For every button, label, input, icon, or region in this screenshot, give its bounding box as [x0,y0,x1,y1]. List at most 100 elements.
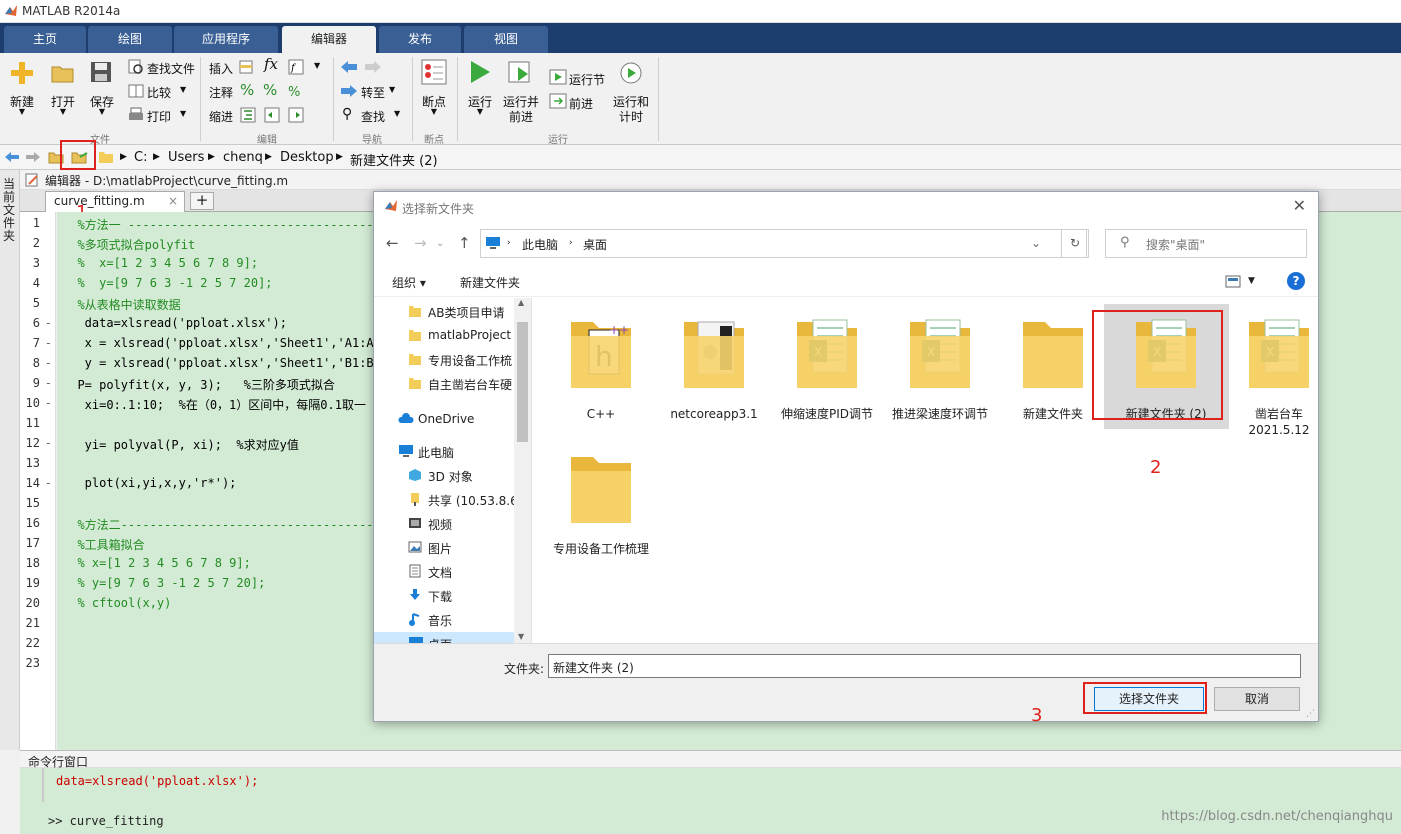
code-line[interactable]: data=xlsread('pploat.xlsx'); [63,316,287,330]
smart-indent-icon[interactable] [240,107,256,123]
decrease-indent-icon[interactable] [288,107,304,123]
folder-item[interactable]: X伸缩速度PID调节 [774,308,880,438]
view-options-icon[interactable] [1225,275,1241,288]
tab-apps[interactable]: 应用程序 [174,26,278,53]
folder-item[interactable]: X推进梁速度环调节 [887,308,993,438]
comment-percent-icon[interactable]: % [240,81,254,99]
save-dropdown-icon[interactable]: ▼ [96,107,108,116]
nav-item[interactable]: 下载 [374,584,530,608]
folder-item[interactable]: h++C++ [548,308,654,438]
forward-arrow-icon[interactable] [364,60,382,74]
tab-plots[interactable]: 绘图 [88,26,172,53]
path-segment[interactable]: chenq [223,150,263,165]
find-dropdown-icon[interactable]: ▼ [394,109,400,118]
chevron-down-icon[interactable]: ⌄ [1031,236,1041,250]
advance-button[interactable]: 前进 [569,95,593,112]
insert-function-icon[interactable]: fx [264,55,278,73]
code-line[interactable]: % cftool(x,y) [63,596,171,610]
breakpoint-marker[interactable]: - [45,396,52,410]
nav-item[interactable]: 自主凿岩台车硬 [374,372,530,396]
editor-tab[interactable]: curve_fitting.m × [45,191,185,212]
goto-dropdown-icon[interactable]: ▼ [389,85,395,94]
close-icon[interactable]: × [168,192,178,211]
nav-item[interactable]: 3D 对象 [374,464,530,488]
breakpoint-marker[interactable]: - [45,336,52,350]
code-line[interactable]: plot(xi,yi,x,y,'r*'); [63,476,237,490]
nav-item[interactable]: 图片 [374,536,530,560]
compare-button[interactable]: 比较 [147,84,171,101]
code-line[interactable]: % x=[1 2 3 4 5 6 7 8 9]; [63,256,258,270]
code-line[interactable]: % y=[9 7 6 3 -1 2 5 7 20]; [63,276,272,290]
print-button[interactable]: 打印 [147,108,171,125]
breadcrumb-pc[interactable]: 此电脑 [522,236,558,253]
compare-dropdown-icon[interactable]: ▼ [180,85,186,94]
folder-item[interactable]: 新建文件夹 [1000,308,1106,438]
current-folder-side-panel[interactable]: 当前文件夹 [0,170,20,750]
wrap-comment-icon[interactable]: % [288,83,304,99]
increase-indent-icon[interactable] [264,107,280,123]
find-files-button[interactable]: 查找文件 [147,60,195,77]
resize-grip-icon[interactable]: ⋰ [1306,709,1315,719]
code-line[interactable]: % y=[9 7 6 3 -1 2 5 7 20]; [63,576,265,590]
chevron-down-icon[interactable]: ⌄ [436,238,444,249]
nav-item[interactable]: 音乐 [374,608,530,632]
back-arrow-icon[interactable]: ← [386,234,399,252]
print-dropdown-icon[interactable]: ▼ [180,109,186,118]
code-line[interactable]: P= polyfit(x, y, 3); %三阶多项式拟合 [63,376,334,393]
goto-button[interactable]: 转至 [361,84,385,101]
folder-item[interactable]: netcoreapp3.1 [661,308,767,438]
nav-item[interactable]: 视频 [374,512,530,536]
path-segment[interactable]: C: [134,150,147,165]
new-tab-button[interactable]: + [190,192,214,210]
refresh-icon[interactable]: ↻ [1061,229,1089,258]
breakpoint-marker[interactable]: - [45,436,52,450]
uncomment-icon[interactable]: % [263,81,277,99]
code-line[interactable]: %从表格中读取数据 [63,296,180,313]
breakpoint-marker[interactable]: - [45,376,52,390]
code-line[interactable]: yi= polyval(P, xi); %求对应y值 [63,436,299,453]
tab-editor[interactable]: 编辑器 [282,26,376,53]
path-segment[interactable]: Desktop [280,150,334,165]
command-prompt-line[interactable]: >> curve_fitting [48,814,164,828]
forward-arrow-icon[interactable]: → [414,234,427,252]
forward-arrow-icon[interactable] [25,151,41,163]
insert-dropdown-icon[interactable]: ▼ [314,61,320,70]
code-line[interactable]: %多项式拟合polyfit [63,236,195,253]
breakpoint-marker[interactable]: - [45,476,52,490]
breakpoint-marker[interactable]: - [45,356,52,370]
chevron-up-icon[interactable]: ▲ [518,298,524,307]
back-arrow-icon[interactable] [340,60,358,74]
up-arrow-icon[interactable]: ↑ [458,234,471,252]
breakpoint-marker[interactable]: - [45,316,52,330]
help-icon[interactable]: ? [1287,272,1305,290]
chevron-down-icon[interactable]: ▼ [518,632,524,641]
tab-view[interactable]: 视图 [464,26,548,53]
folder-item[interactable]: 专用设备工作梳理 [548,443,654,573]
code-line[interactable]: % x=[1 2 3 4 5 6 7 8 9]; [63,556,250,570]
nav-item[interactable]: 文档 [374,560,530,584]
folder-item[interactable]: X凿岩台车2021.5.12 [1226,308,1332,438]
cancel-button[interactable]: 取消 [1214,687,1300,711]
path-segment[interactable]: 新建文件夹 (2) [350,150,438,169]
insert-section-icon[interactable] [238,59,254,75]
back-arrow-icon[interactable] [4,151,20,163]
folder-name-input[interactable]: 新建文件夹 (2) [548,654,1301,678]
organize-button[interactable]: 组织 ▾ [392,274,426,291]
code-line[interactable]: y = xlsread('pploat.xlsx','Sheet1','B1:B [63,356,374,370]
nav-item[interactable]: AB类项目申请 [374,300,530,324]
nav-item[interactable]: 此电脑 [374,440,530,464]
code-line[interactable]: x = xlsread('pploat.xlsx','Sheet1','A1:A [63,336,374,350]
open-dropdown-icon[interactable]: ▼ [57,107,69,116]
code-line[interactable]: xi=0:.1:10; %在（0，1）区间中，每隔0.1取一 [63,396,366,413]
insert-button[interactable]: 插入 [209,60,233,77]
nav-item[interactable]: 共享 (10.53.8.64 [374,488,530,512]
run-section-button[interactable]: 运行节 [569,71,605,88]
command-window[interactable]: data=xlsread('pploat.xlsx'); >> curve_fi… [20,768,1401,834]
insert-function-box-icon[interactable]: f [288,59,304,75]
nav-item[interactable]: 专用设备工作梳 [374,348,530,372]
run-dropdown-icon[interactable]: ▼ [474,107,486,116]
nav-item[interactable]: matlabProject [374,324,530,348]
scrollbar-thumb[interactable] [517,322,528,442]
search-box[interactable]: ⚲ 搜索"桌面" [1105,229,1307,258]
breakpoints-dropdown-icon[interactable]: ▼ [428,107,440,116]
